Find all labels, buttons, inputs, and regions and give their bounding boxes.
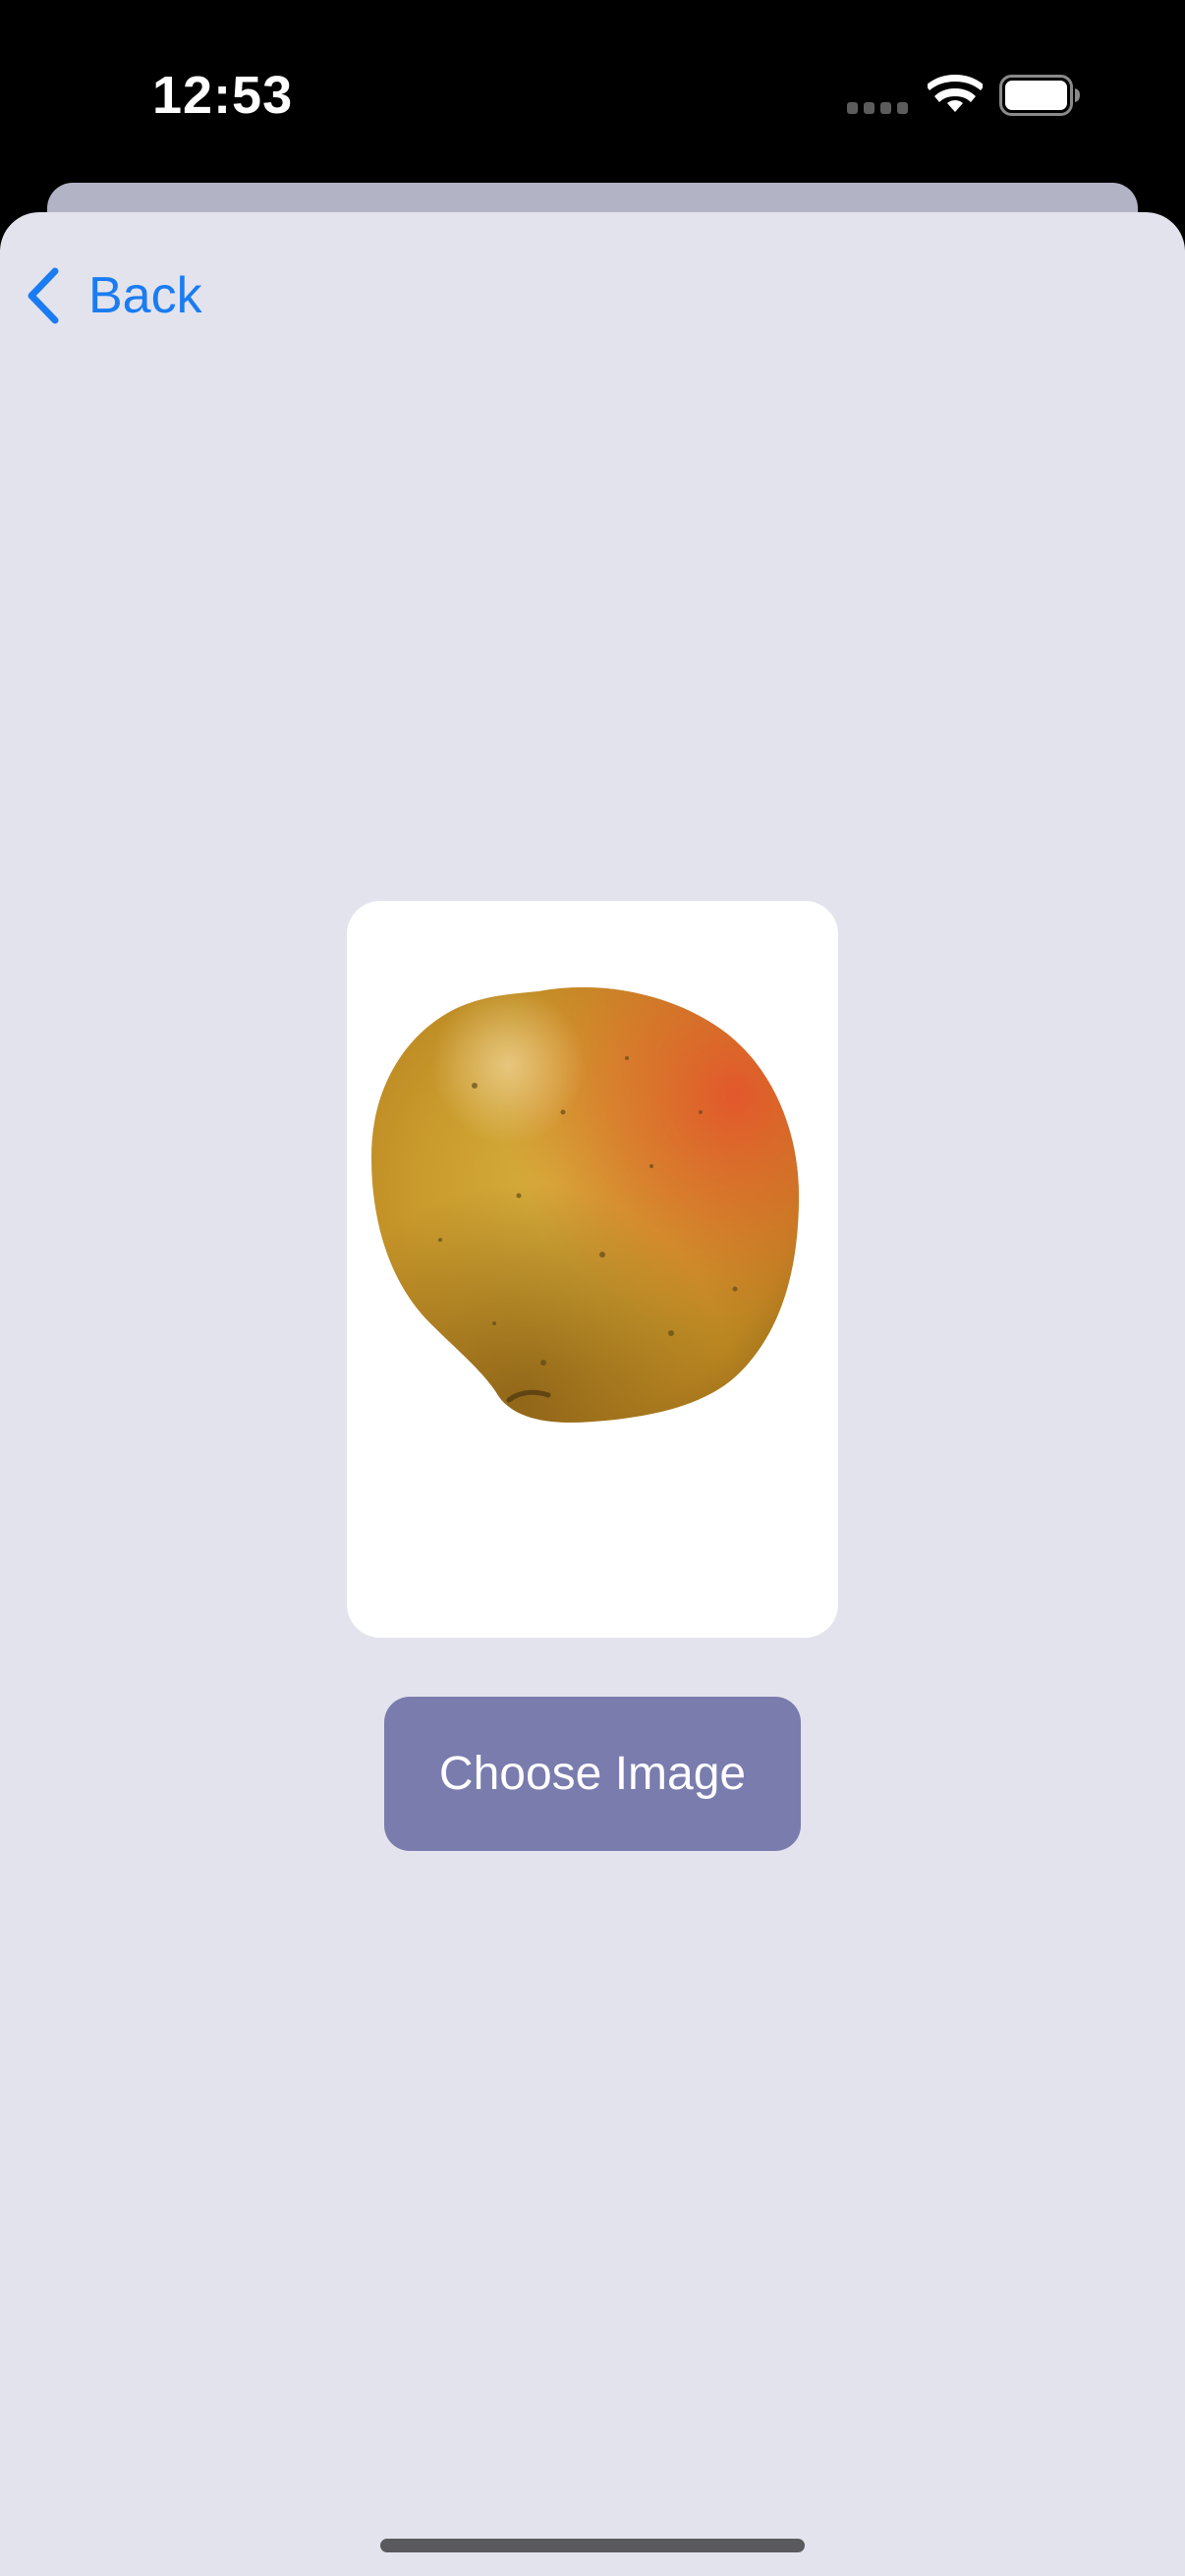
image-preview-card [347,901,838,1638]
home-indicator[interactable] [380,2539,805,2552]
choose-image-button[interactable]: Choose Image [384,1697,801,1851]
screen: 12:53 Back Choose Image [0,0,1185,2576]
wifi-icon [928,75,983,112]
back-label: Back [88,267,202,324]
cellular-dots-icon [847,102,908,116]
mango-photo [371,986,799,1423]
back-button[interactable]: Back [24,261,202,330]
battery-icon [999,75,1080,116]
chevron-left-icon [28,267,59,324]
status-time: 12:53 [152,66,294,125]
